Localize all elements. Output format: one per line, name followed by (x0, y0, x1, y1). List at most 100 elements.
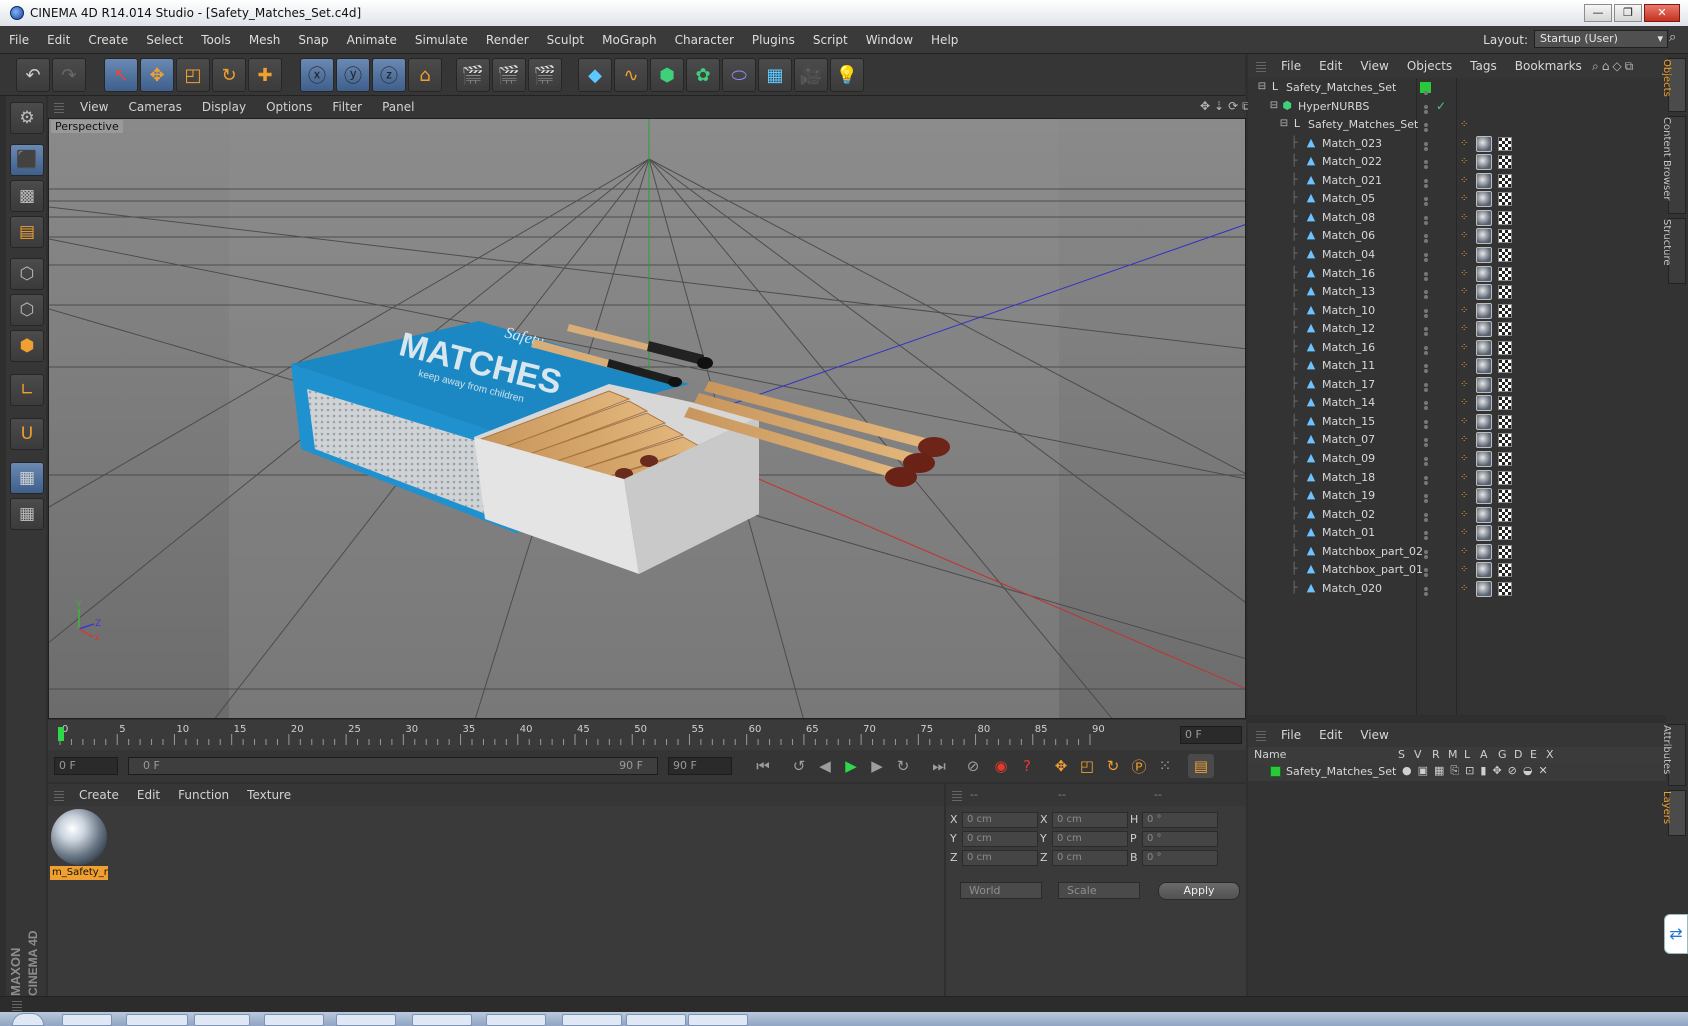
viewport-menu-panel[interactable]: Panel (372, 100, 424, 114)
viewport-menu-filter[interactable]: Filter (322, 100, 372, 114)
layer-column-header[interactable]: S (1398, 748, 1405, 761)
maximize-button[interactable]: ❐ (1614, 4, 1642, 22)
uvw-tag-icon[interactable] (1498, 340, 1512, 355)
menu-file[interactable]: File (0, 33, 38, 47)
play-forward-icon[interactable]: ▶ (838, 754, 864, 778)
panel-grip[interactable] (54, 101, 64, 113)
editor-visibility-dot[interactable] (1424, 382, 1428, 387)
render-visibility-dot[interactable] (1424, 406, 1428, 411)
taskbar-app[interactable] (688, 1014, 748, 1026)
menu-animate[interactable]: Animate (338, 33, 406, 47)
render-visibility-dot[interactable] (1424, 350, 1428, 355)
redo-icon[interactable]: ↷ (52, 58, 86, 92)
object-row[interactable]: ├ ▲ Match_16 ⁘ (1248, 338, 1666, 358)
phong-tag-icon[interactable]: ⁘ (1460, 415, 1474, 429)
object-row[interactable]: ├ ▲ Match_19 ⁘ (1248, 486, 1666, 506)
phong-tag-icon[interactable]: ⁘ (1460, 174, 1474, 188)
layer-column-header[interactable]: D (1514, 748, 1522, 761)
menu-window[interactable]: Window (857, 33, 922, 47)
light-icon[interactable]: 💡 (830, 58, 864, 92)
timeline-ruler[interactable]: 0 5 10 15 20 25 30 35 40 45 50 55 60 65 70 75 80 85 90 0 F (48, 720, 1246, 750)
render-visibility-dot[interactable] (1424, 239, 1428, 244)
collapse-toggle-icon[interactable]: ⊟ (1256, 81, 1268, 93)
editor-visibility-dot[interactable] (1424, 586, 1428, 591)
panel-grip[interactable] (1256, 729, 1266, 741)
object-row[interactable]: ⊟ L Safety_Matches_Set (1248, 78, 1666, 98)
live-selection-icon[interactable]: ↖ (104, 58, 138, 92)
uvw-tag-icon[interactable] (1498, 247, 1512, 262)
editor-visibility-dot[interactable] (1424, 215, 1428, 220)
phong-tag-icon[interactable]: ⁘ (1460, 396, 1474, 410)
coordinate-space-dropdown[interactable]: World (960, 882, 1042, 899)
y-axis-lock-icon[interactable]: ⓨ (336, 58, 370, 92)
object-manager-tool-icons[interactable]: ⌕⌂◇⧉ (1592, 59, 1636, 74)
editor-visibility-dot[interactable] (1424, 104, 1428, 109)
viewport-menu-options[interactable]: Options (256, 100, 322, 114)
quantize-icon[interactable]: ▦ (10, 498, 44, 530)
render-visibility-dot[interactable] (1424, 554, 1428, 559)
polygons-mode-icon[interactable]: ⬢ (10, 330, 44, 362)
editor-visibility-dot[interactable] (1424, 327, 1428, 332)
menu-script[interactable]: Script (804, 33, 857, 47)
material-tag-icon[interactable] (1476, 562, 1492, 579)
render-visibility-dot[interactable] (1424, 332, 1428, 337)
uvw-tag-icon[interactable] (1498, 303, 1512, 318)
frame-range-slider[interactable]: 0 F 90 F (128, 757, 658, 775)
uvw-tag-icon[interactable] (1498, 544, 1512, 559)
taskbar-app[interactable] (264, 1014, 324, 1026)
layer-column-header[interactable]: G (1498, 748, 1507, 761)
editor-visibility-dot[interactable] (1424, 141, 1428, 146)
uvw-tag-icon[interactable] (1498, 359, 1512, 374)
render-view-icon[interactable]: 🎬 (456, 58, 490, 92)
coord-value-field[interactable]: 0 ° (1142, 831, 1218, 847)
object-row[interactable]: ├ ▲ Match_04 ⁘ (1248, 245, 1666, 265)
minimize-button[interactable]: — (1584, 4, 1612, 22)
uvw-tag-icon[interactable] (1498, 489, 1512, 504)
coordinate-system-icon[interactable]: ⌂ (408, 58, 442, 92)
layer-column-header[interactable]: M (1448, 748, 1458, 761)
objects-menu-bookmarks[interactable]: Bookmarks (1506, 59, 1591, 73)
material-tag-icon[interactable] (1476, 506, 1492, 523)
object-row[interactable]: ├ ▲ Match_08 ⁘ (1248, 208, 1666, 228)
objects-menu-edit[interactable]: Edit (1310, 59, 1351, 73)
object-row[interactable]: ├ ▲ Match_02 ⁘ (1248, 505, 1666, 525)
phong-tag-icon[interactable]: ⁘ (1460, 322, 1474, 336)
uvw-tag-icon[interactable] (1498, 229, 1512, 244)
taskbar-app[interactable] (62, 1014, 112, 1026)
workplane-lock-icon[interactable]: ▦ (10, 462, 44, 494)
taskbar-app[interactable] (336, 1014, 396, 1026)
material-tag-icon[interactable] (1476, 172, 1492, 189)
render-visibility-dot[interactable] (1424, 499, 1428, 504)
x-axis-lock-icon[interactable]: ⓧ (300, 58, 334, 92)
taskbar-app[interactable] (126, 1014, 188, 1026)
menu-mesh[interactable]: Mesh (240, 33, 290, 47)
layer-column-header[interactable]: L (1464, 748, 1470, 761)
move-tool-icon[interactable]: ✥ (140, 58, 174, 92)
panel-grip[interactable] (54, 789, 64, 801)
tab-layers[interactable]: Layers (1661, 790, 1686, 836)
object-row[interactable]: ├ ▲ Matchbox_part_02 ⁘ (1248, 542, 1666, 562)
menu-tools[interactable]: Tools (192, 33, 240, 47)
uvw-tag-icon[interactable] (1498, 266, 1512, 281)
material-tag-icon[interactable] (1476, 228, 1492, 245)
layers-menu-view[interactable]: View (1351, 728, 1397, 742)
undo-icon[interactable]: ↶ (16, 58, 50, 92)
material-tag-icon[interactable] (1476, 432, 1492, 449)
taskbar-app[interactable] (412, 1014, 472, 1026)
object-row[interactable]: ├ ▲ Match_14 ⁘ (1248, 393, 1666, 413)
go-to-start-icon[interactable]: ⏮ (750, 754, 776, 778)
phong-tag-icon[interactable]: ⁘ (1460, 285, 1474, 299)
menu-edit[interactable]: Edit (38, 33, 79, 47)
phong-tag-icon[interactable]: ⁘ (1460, 341, 1474, 355)
phong-tag-icon[interactable]: ⁘ (1460, 489, 1474, 503)
editor-visibility-dot[interactable] (1424, 457, 1428, 461)
object-row[interactable]: ├ ▲ Match_01 ⁘ (1248, 523, 1666, 543)
render-visibility-dot[interactable] (1424, 109, 1428, 114)
layer-column-header[interactable]: R (1432, 748, 1440, 761)
uvw-tag-icon[interactable] (1498, 452, 1512, 466)
record-keys-icon[interactable]: ⊘ (960, 754, 986, 778)
panel-grip[interactable] (952, 789, 962, 801)
layers-menu-file[interactable]: File (1272, 728, 1310, 742)
object-row[interactable]: ├ ▲ Match_05 ⁘ (1248, 189, 1666, 209)
scale-tool-icon[interactable]: ◰ (176, 58, 210, 92)
